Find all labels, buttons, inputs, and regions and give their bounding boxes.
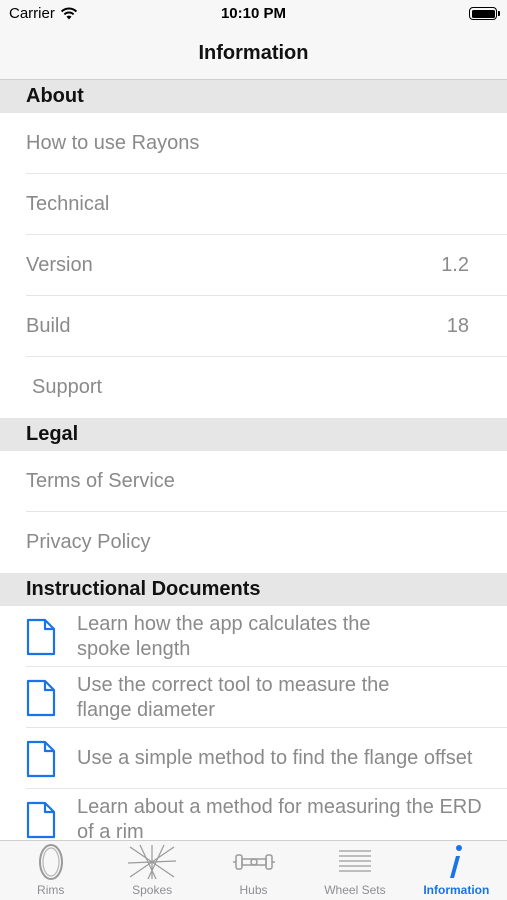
tab-hubs[interactable]: Hubs [203,841,304,900]
navigation-bar: Information [0,28,507,80]
tab-spokes[interactable]: Spokes [101,841,202,900]
info-icon [446,842,466,882]
wheel-sets-icon [337,842,373,882]
doc-label: Use a simple method to find the flange o… [77,747,473,769]
tab-label: Rims [37,883,65,897]
row-label: Support [32,376,103,398]
status-time: 10:10 PM [220,5,287,22]
row-how-to-use[interactable]: How to use Rayons [0,113,507,174]
row-label: Privacy Policy [26,531,151,553]
row-terms-of-service[interactable]: Terms of Service [0,451,507,512]
version-value: 1.2 [441,254,469,276]
battery-icon [469,7,500,20]
page-title: Information [198,42,309,64]
row-label: How to use Rayons [26,132,200,154]
hub-icon [232,842,275,882]
spokes-icon [126,842,178,882]
build-value: 18 [446,315,469,337]
tab-label: Spokes [132,883,173,897]
row-label: Terms of Service [26,470,175,492]
rim-icon [36,842,66,882]
doc-row-erd[interactable]: Learn about a method for measuring the E… [0,789,507,840]
row-privacy-policy[interactable]: Privacy Policy [0,512,507,573]
tab-wheel-sets[interactable]: Wheel Sets [304,841,405,900]
doc-row-spoke-length[interactable]: Learn how the app calculates the spoke l… [0,606,507,667]
section-header-legal: Legal [0,418,507,451]
tab-information[interactable]: Information [406,841,507,900]
row-version: Version 1.2 [0,235,507,296]
tab-label: Hubs [239,883,268,897]
row-technical[interactable]: Technical [0,174,507,235]
doc-label: Use the correct tool to measure the flan… [77,673,390,721]
row-build: Build 18 [0,296,507,357]
doc-row-flange-offset[interactable]: Use a simple method to find the flange o… [0,728,507,789]
doc-label: Learn about a method for measuring the E… [77,795,482,841]
doc-row-flange-diameter[interactable]: Use the correct tool to measure the flan… [0,667,507,728]
section-header-instructional-documents: Instructional Documents [0,573,507,606]
section-header-about: About [0,80,507,113]
tab-rims[interactable]: Rims [0,841,101,900]
row-label: Build [26,315,71,337]
row-label: Version [26,254,93,276]
row-support[interactable]: Support [0,357,507,418]
tab-bar: Rims Spokes Hubs Wheel Sets Information [0,840,507,900]
tab-label: Wheel Sets [324,883,386,897]
doc-label: Learn how the app calculates the spoke l… [77,612,371,660]
document-icon [26,739,64,779]
document-icon [26,678,64,718]
tab-label: Information [423,883,490,897]
row-label: Technical [26,193,110,215]
information-list[interactable]: About How to use Rayons Technical Versio… [0,80,507,840]
status-bar: Carrier 10:10 PM [0,0,507,28]
document-icon [26,617,64,657]
document-icon [26,800,64,840]
